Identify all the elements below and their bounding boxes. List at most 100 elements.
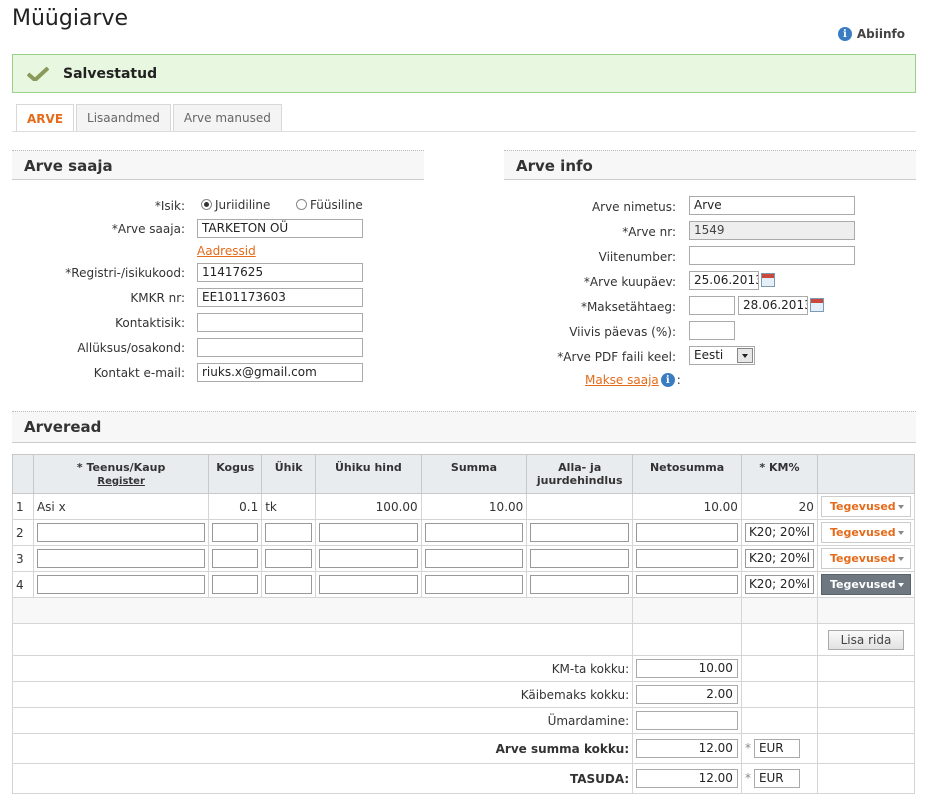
qty-input[interactable] [212, 549, 259, 568]
invoice-date-input[interactable]: 25.06.2013 [689, 271, 759, 290]
radio-private-control[interactable] [296, 199, 307, 210]
department-label: Allüksus/osakond: [77, 341, 185, 355]
actions-dropdown[interactable]: Tegevused [820, 522, 911, 543]
department-input[interactable] [197, 338, 363, 357]
calendar-icon[interactable] [810, 298, 824, 312]
qty-input[interactable] [212, 575, 259, 594]
calendar-icon[interactable] [761, 273, 775, 287]
invoice-total-row: Arve summa kokku: 12.00 * EUR [11, 733, 916, 764]
row-discount[interactable] [526, 493, 634, 520]
vat-input[interactable]: K20; 20%l [744, 549, 814, 568]
sum-input[interactable] [424, 523, 524, 542]
actions-dropdown[interactable]: Tegevused [820, 574, 911, 595]
row-sum[interactable]: 10.00 [420, 493, 528, 520]
tab-arve[interactable]: ARVE [16, 104, 75, 132]
addresses-link[interactable]: Aadressid [197, 244, 256, 258]
total-currency-input[interactable]: EUR [753, 739, 800, 758]
caret-down-icon [897, 556, 904, 561]
to-pay-label: TASUDA: [11, 763, 634, 794]
checkmark-icon [27, 66, 49, 81]
pay-currency-input[interactable]: EUR [753, 769, 800, 788]
due-days-input[interactable] [689, 296, 735, 315]
row-actions-cell: Tegevused [816, 493, 916, 520]
invoice-number-input: 1549 [689, 221, 855, 240]
contact-email-input[interactable]: riuks.x@gmail.com [197, 363, 363, 382]
net-input[interactable] [636, 575, 738, 594]
service-input[interactable] [36, 549, 206, 568]
qty-input[interactable] [212, 523, 259, 542]
reference-number-input[interactable] [689, 246, 855, 265]
tab-divider [12, 131, 916, 132]
radio-private-label: Füüsiline [310, 198, 363, 212]
discount-input[interactable] [530, 575, 630, 594]
unit-input[interactable] [265, 575, 313, 594]
row-qty[interactable]: 0.1 [208, 493, 263, 520]
help-link[interactable]: i Abiinfo [837, 27, 905, 41]
add-row-button[interactable]: Lisa rida [827, 629, 905, 650]
vat-input[interactable]: K20; 20%l [744, 523, 814, 542]
row-number: 1 [12, 493, 34, 520]
unit-price-input[interactable] [319, 523, 418, 542]
service-input[interactable] [36, 575, 206, 594]
radio-legal-control[interactable] [201, 199, 212, 210]
radio-legal[interactable]: Juriidiline [201, 198, 270, 212]
row-unit-price[interactable]: 100.00 [315, 493, 422, 520]
col-discount-header: Alla- ja juurdehindlus [526, 454, 634, 494]
payee-link[interactable]: Makse saaja [585, 373, 659, 387]
required-mark: * [744, 741, 751, 755]
net-input[interactable] [636, 523, 738, 542]
to-pay-input[interactable]: 12.00 [636, 769, 738, 788]
unit-price-input[interactable] [319, 575, 418, 594]
sum-input[interactable] [424, 575, 524, 594]
actions-label: Tegevused [829, 500, 896, 513]
reference-number-label: Viitenumber: [598, 250, 676, 264]
discount-input[interactable] [530, 523, 630, 542]
caret-down-icon [897, 504, 904, 509]
recipient-name-label: *Arve saaja: [111, 222, 185, 236]
row-vat[interactable]: 20 [740, 493, 818, 520]
vat-number-input[interactable]: EE101173603 [197, 288, 363, 307]
vat-input[interactable]: K20; 20%l [744, 575, 814, 594]
row-number: 4 [12, 571, 34, 598]
row-net[interactable]: 10.00 [632, 493, 742, 520]
add-row-row: Lisa rida [11, 623, 916, 656]
row-unit[interactable]: tk [261, 493, 317, 520]
rounding-input[interactable] [636, 711, 738, 730]
contact-person-input[interactable] [197, 313, 363, 332]
invoice-total-input[interactable]: 12.00 [636, 739, 738, 758]
register-link[interactable]: Register [35, 476, 207, 487]
discount-input[interactable] [530, 549, 630, 568]
net-input[interactable] [636, 549, 738, 568]
dropdown-arrow-icon[interactable] [737, 348, 753, 363]
actions-dropdown[interactable]: Tegevused [820, 496, 911, 517]
tab-lisaandmed[interactable]: Lisaandmed [76, 104, 171, 131]
row-service[interactable]: Asi x [32, 493, 210, 520]
table-header-row: * Teenus/Kaup Register Kogus Ühik Ühiku … [12, 454, 916, 494]
success-message: Salvestatud [63, 65, 158, 82]
vat-number-label: KMKR nr: [130, 291, 185, 305]
radio-private[interactable]: Füüsiline [296, 198, 363, 212]
required-mark: * [744, 771, 751, 785]
col-service-header: * Teenus/Kaup Register [32, 454, 210, 494]
penalty-input[interactable] [689, 321, 735, 340]
page-title: Müügiarve [12, 6, 129, 31]
recipient-name-input[interactable]: TARKETON OÜ [197, 219, 363, 238]
payee-colon: : [676, 373, 681, 387]
unit-price-input[interactable] [319, 549, 418, 568]
service-input[interactable] [36, 523, 206, 542]
col-sum-header: Summa [420, 454, 528, 494]
sum-input[interactable] [424, 549, 524, 568]
invoice-name-input[interactable]: Arve [689, 196, 855, 215]
unit-input[interactable] [265, 523, 313, 542]
pdf-language-select[interactable]: Eesti [689, 346, 755, 365]
reg-code-input[interactable]: 11417625 [197, 263, 363, 282]
unit-input[interactable] [265, 549, 313, 568]
spacer-row [11, 597, 916, 624]
tab-arve-manused[interactable]: Arve manused [172, 104, 282, 131]
total-vat-input[interactable]: 2.00 [636, 685, 738, 704]
col-vat-header: * KM% [740, 454, 818, 494]
total-net-input[interactable]: 10.00 [636, 659, 738, 678]
info-icon[interactable]: i [660, 373, 675, 387]
due-date-input[interactable]: 28.06.2013 [738, 296, 808, 315]
actions-dropdown[interactable]: Tegevused [820, 548, 911, 569]
